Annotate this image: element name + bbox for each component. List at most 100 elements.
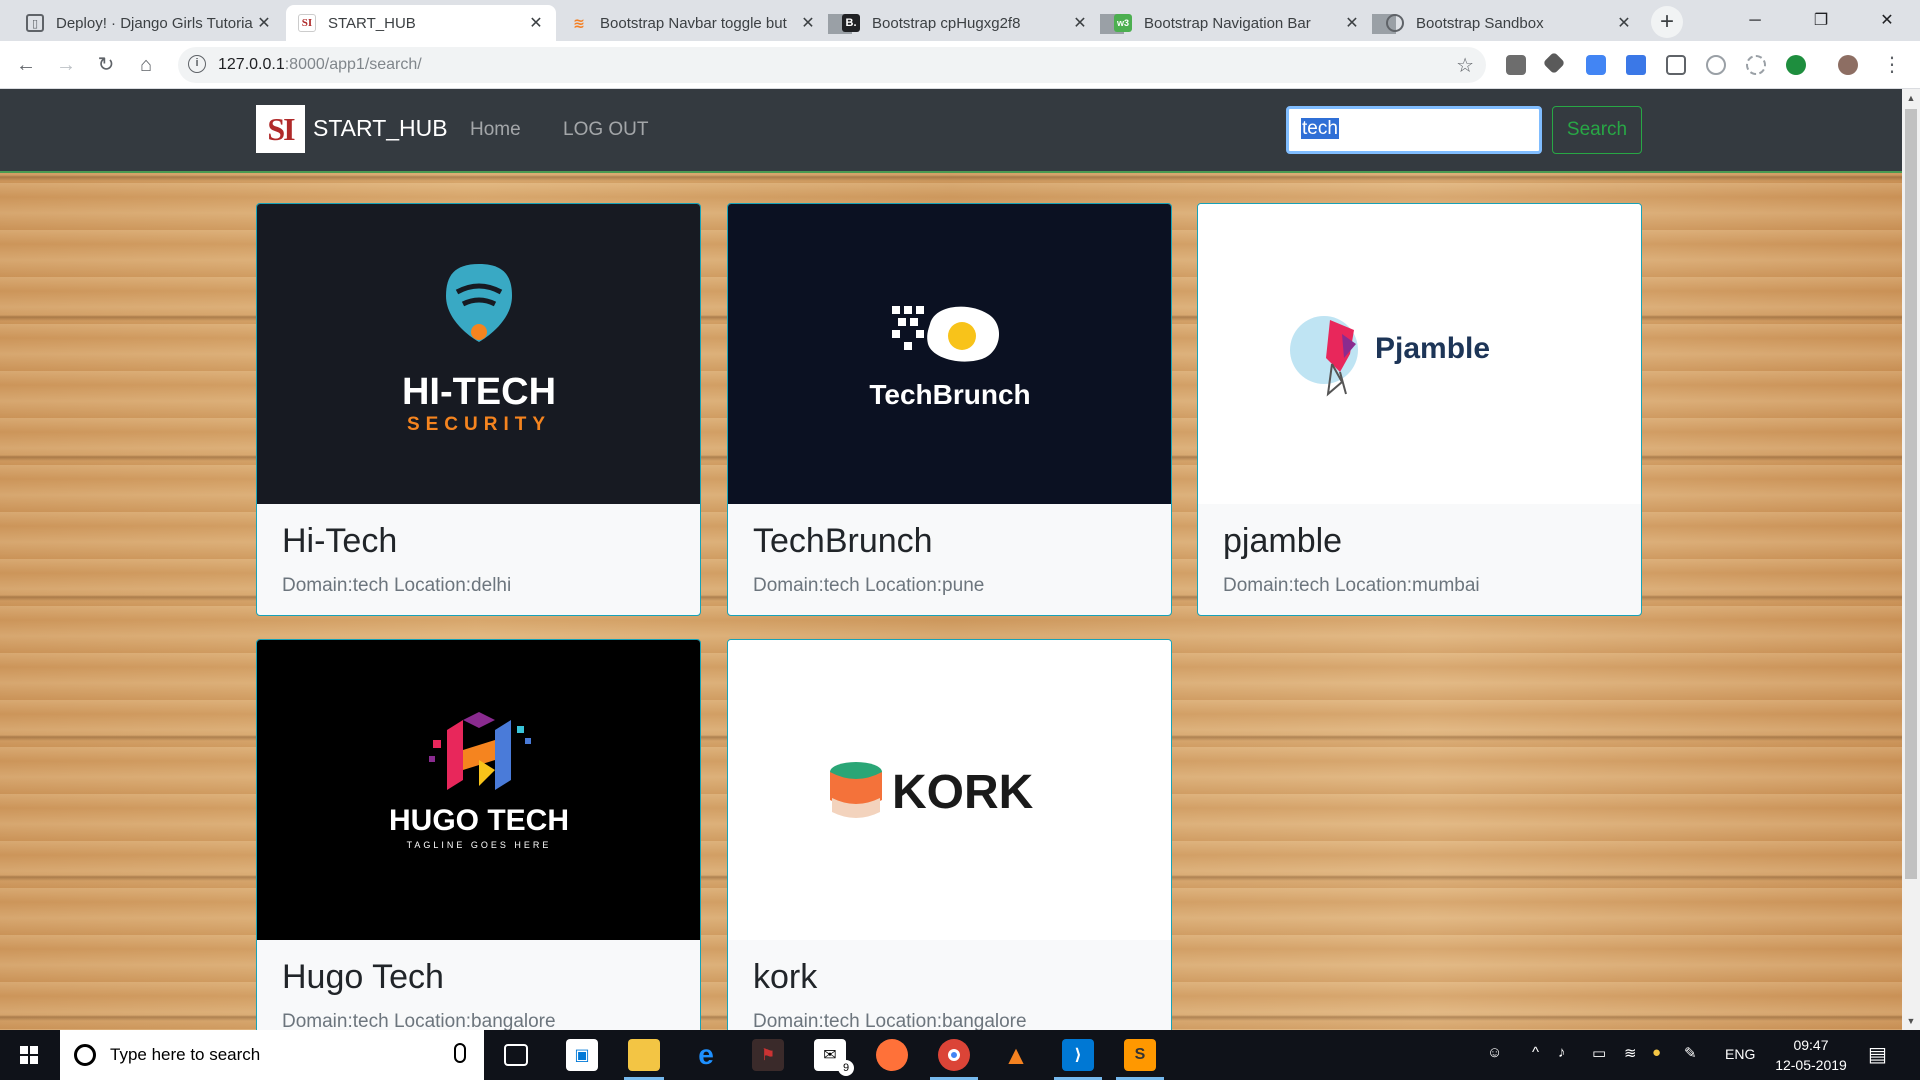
company-card-pjamble[interactable]: Pjamble pjamble Domain:tech Location:mum… [1197,203,1642,616]
brand-logo[interactable]: SI [256,105,305,153]
new-tab-button[interactable]: + [1651,6,1683,38]
tab-sandbox[interactable]: Bootstrap Sandbox ✕ [1374,5,1644,41]
url-text: 127.0.0.1:8000/app1/search/ [218,56,422,74]
people-icon[interactable]: ☺ [1487,1044,1502,1061]
address-bar[interactable]: i 127.0.0.1:8000/app1/search/ ☆ [178,47,1486,83]
camera-extension-icon[interactable] [1626,55,1646,75]
site-navbar: SI START_HUB Home LOG OUT tech Search [0,89,1902,173]
tab-title: START_HUB [328,14,416,32]
microphone-icon[interactable] [454,1043,466,1063]
firefox-icon[interactable] [876,1039,908,1071]
taskbar-clock[interactable]: 09:47 12-05-2019 [1761,1035,1861,1075]
language-indicator[interactable]: ENG [1725,1046,1755,1062]
company-card-kork[interactable]: KORK kork Domain:tech Location:bangalore [727,639,1172,1030]
sublime-text-icon[interactable]: S [1124,1039,1156,1071]
company-card-hugo-tech[interactable]: HUGO TECH TAGLINE GOES HERE Hugo Tech Do… [256,639,701,1030]
search-input[interactable]: tech [1286,106,1542,154]
translate-extension-icon[interactable] [1586,55,1606,75]
file-explorer-icon[interactable] [628,1039,660,1071]
store-icon[interactable]: ▣ [566,1039,598,1071]
info-icon[interactable]: i [188,55,206,73]
logo-wordmark: KORK [892,766,1034,819]
bootply-icon: B. [842,14,860,32]
logo-wordmark: HI-TECH [401,371,555,413]
card-title: Hi-Tech [282,522,398,560]
logo-tagline: SECURITY [406,414,550,435]
card-meta: Domain:tech Location:bangalore [282,1011,556,1030]
company-logo-image: KORK [728,640,1171,940]
close-icon[interactable]: ✕ [1616,13,1632,33]
reload-icon[interactable]: ↻ [92,51,120,79]
nav-link-logout[interactable]: LOG OUT [563,119,649,141]
windows-logo-icon [20,1046,38,1064]
windows-start-button[interactable] [0,1030,58,1080]
task-view-icon[interactable] [504,1044,528,1066]
tray-overflow-icon[interactable]: ^ [1532,1044,1539,1061]
nav-link-home[interactable]: Home [470,119,521,141]
card-body: pjamble Domain:tech Location:mumbai [1198,504,1641,615]
action-center-icon[interactable]: ▤ [1868,1042,1887,1067]
close-icon[interactable]: ✕ [528,13,544,33]
eraser-extension-icon[interactable] [1542,51,1566,75]
card-body: Hi-Tech Domain:tech Location:delhi [257,504,700,615]
wifi-icon[interactable]: ≋ [1624,1044,1637,1062]
close-icon[interactable]: ✕ [256,13,272,33]
forward-icon[interactable]: → [52,51,80,79]
battery-icon[interactable]: ▭ [1592,1044,1606,1062]
game-icon[interactable]: ⚑ [752,1039,784,1071]
logo-tagline: TAGLINE GOES HERE [406,840,551,850]
tab-start-hub[interactable]: SI START_HUB ✕ [286,5,556,41]
scrollbar-thumb[interactable] [1905,109,1917,879]
company-card-hi-tech[interactable]: HI-TECH SECURITY Hi-Tech Domain:tech Loc… [256,203,701,616]
w3schools-icon: w3 [1114,14,1132,32]
close-icon[interactable]: ✕ [1072,13,1088,33]
hi-tech-shield-logo: HI-TECH SECURITY [401,264,556,435]
security-alert-icon[interactable]: ● [1652,1044,1661,1061]
url-host: 127.0.0.1 [218,56,285,73]
company-card-techbrunch[interactable]: TechBrunch TechBrunch Domain:tech Locati… [727,203,1172,616]
loading-extension-icon[interactable] [1746,55,1766,75]
tab-title: Bootstrap Sandbox [1416,14,1544,32]
tab-w3schools[interactable]: w3 Bootstrap Navigation Bar ✕ [1102,5,1372,41]
restore-icon[interactable]: ❐ [1788,0,1854,41]
search-button[interactable]: Search [1552,106,1642,154]
back-icon[interactable]: ← [12,51,40,79]
pen-icon[interactable]: ✎ [1684,1044,1697,1062]
url-path: :8000/app1/search/ [284,56,422,73]
green-extension-icon[interactable] [1786,55,1806,75]
tab-django-girls[interactable]: ▯ Deploy! · Django Girls Tutoria ✕ [14,5,284,41]
windows-taskbar: Type here to search ▣ e ⚑ ✉ 9 ▲ ⟩ S ☺ ^ … [0,1030,1920,1080]
avatar[interactable] [1838,55,1858,75]
chrome-icon[interactable] [938,1039,970,1071]
card-meta: Domain:tech Location:delhi [282,575,512,596]
page-scrollbar[interactable]: ▲ ▼ [1902,89,1920,1030]
tab-bootply[interactable]: B. Bootstrap cpHugxg2f8 ✕ [830,5,1100,41]
close-icon[interactable]: ✕ [1344,13,1360,33]
scroll-up-icon[interactable]: ▲ [1902,89,1920,107]
menu-kebab-icon[interactable]: ⋮ [1878,51,1906,79]
close-window-icon[interactable]: ✕ [1854,0,1920,41]
clock-date: 12-05-2019 [1775,1057,1847,1073]
text-extension-icon[interactable] [1666,55,1686,75]
bookmark-star-icon[interactable]: ☆ [1456,53,1474,78]
scroll-down-icon[interactable]: ▼ [1902,1012,1920,1030]
mail-badge: 9 [838,1060,854,1076]
tab-stackoverflow[interactable]: ≋ Bootstrap Navbar toggle but ✕ [558,5,828,41]
card-meta: Domain:tech Location:mumbai [1223,575,1480,596]
react-extension-icon[interactable] [1706,55,1726,75]
browser-toolbar: ← → ↻ ⌂ i 127.0.0.1:8000/app1/search/ ☆ … [0,41,1920,89]
search-input-value: tech [1301,118,1339,139]
volume-icon[interactable]: ♪ [1558,1044,1566,1061]
home-icon[interactable]: ⌂ [132,51,160,79]
close-icon[interactable]: ✕ [800,13,816,33]
brand-name[interactable]: START_HUB [313,115,448,142]
book-icon: ▯ [26,14,44,32]
edge-icon[interactable]: e [690,1039,722,1071]
cortana-icon [74,1044,96,1066]
taskbar-search-box[interactable]: Type here to search [60,1030,484,1080]
company-logo-image: Pjamble [1198,204,1641,504]
vlc-icon[interactable]: ▲ [1000,1039,1032,1071]
minimize-icon[interactable]: ─ [1722,0,1788,41]
vscode-icon[interactable]: ⟩ [1062,1039,1094,1071]
eyedropper-extension-icon[interactable] [1506,55,1526,75]
